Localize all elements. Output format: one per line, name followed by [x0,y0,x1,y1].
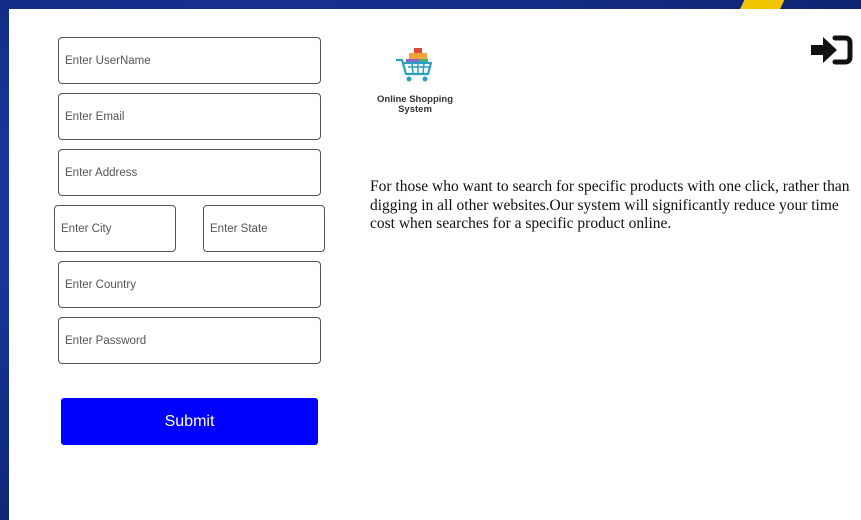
address-input[interactable] [58,149,321,196]
brand-name: Online Shopping System [365,95,465,115]
state-input[interactable] [203,205,325,252]
main-panel: Submit Online Shopping System For those … [9,9,861,520]
email-input[interactable] [58,93,321,140]
password-input[interactable] [58,317,321,364]
sign-in-arrow-icon[interactable] [809,34,853,66]
shopping-cart-icon [396,48,433,82]
username-input[interactable] [58,37,321,84]
submit-button[interactable]: Submit [61,398,318,445]
country-input[interactable] [58,261,321,308]
brand-name-line2: System [398,104,432,115]
city-input[interactable] [54,205,176,252]
description-text: For those who want to search for specifi… [370,178,850,232]
